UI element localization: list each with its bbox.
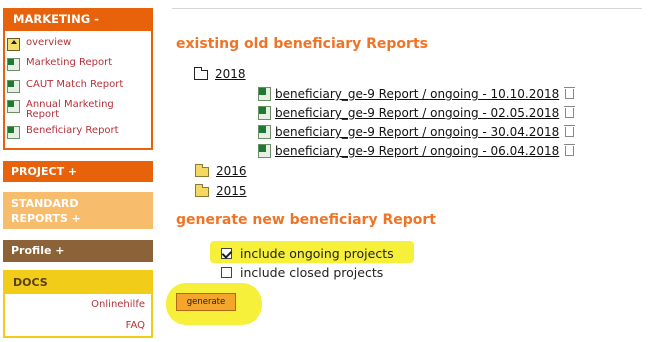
sidebar-item-overview[interactable]: overview [7, 38, 71, 51]
report-link[interactable]: beneficiary_ge-9 Report / ongoing - 30.0… [275, 125, 559, 139]
onlinehilfe-link[interactable]: Onlinehilfe [91, 299, 145, 310]
report-row: beneficiary_ge-9 Report / ongoing - 02.0… [258, 105, 576, 121]
trash-icon[interactable] [564, 144, 576, 156]
standard-reports-line2: REPORTS + [11, 212, 81, 225]
project-header: PROJECT + [11, 165, 78, 178]
report-link[interactable]: beneficiary_ge-9 Report / ongoing - 02.0… [275, 106, 559, 120]
profile-header: Profile + [11, 244, 65, 257]
folder-2018-link[interactable]: 2018 [215, 67, 246, 81]
sidebar-item-marketing-report[interactable]: Marketing Report [7, 58, 112, 71]
standard-reports-line1: STANDARD [11, 197, 79, 210]
folder-up-icon [7, 38, 20, 51]
ongoing-projects-option[interactable]: include ongoing projects [221, 246, 394, 261]
standard-reports-header: STANDARD REPORTS + [3, 192, 153, 226]
report-link[interactable]: beneficiary_ge-9 Report / ongoing - 10.1… [275, 87, 559, 101]
folder-icon[interactable] [195, 164, 209, 177]
report-row: beneficiary_ge-9 Report / ongoing - 06.0… [258, 143, 576, 159]
excel-icon [7, 58, 20, 71]
ongoing-projects-label: include ongoing projects [240, 246, 394, 261]
excel-icon [258, 106, 271, 120]
report-row: beneficiary_ge-9 Report / ongoing - 30.0… [258, 124, 576, 140]
generate-report-title: generate new beneficiary Report [176, 212, 436, 228]
marketing-header[interactable]: MARKETING - [5, 10, 151, 31]
sidebar-item-label: Marketing Report [26, 57, 113, 68]
project-panel[interactable]: PROJECT + [3, 161, 153, 182]
excel-icon [258, 144, 271, 158]
sidebar-item-label: Annual Marketing Report [26, 99, 114, 120]
sidebar-item-label: overview [26, 37, 72, 48]
sidebar-item-label: Beneficiary Report [26, 125, 119, 136]
trash-icon[interactable] [564, 106, 576, 118]
excel-icon [258, 87, 271, 101]
closed-projects-option[interactable]: include closed projects [221, 265, 383, 280]
sidebar-item-annual-marketing-report[interactable]: Annual Marketing Report [7, 100, 126, 120]
excel-icon [7, 80, 20, 93]
closed-projects-checkbox[interactable] [221, 267, 232, 278]
docs-header: DOCS [5, 272, 151, 294]
standard-reports-panel[interactable]: STANDARD REPORTS + [3, 192, 153, 229]
report-link[interactable]: beneficiary_ge-9 Report / ongoing - 06.0… [275, 144, 559, 158]
folder-icon[interactable] [195, 184, 209, 197]
trash-icon[interactable] [564, 87, 576, 99]
sidebar-item-label: CAUT Match Report [26, 79, 124, 90]
existing-reports-title: existing old beneficiary Reports [176, 36, 428, 52]
excel-icon [7, 126, 20, 139]
profile-panel[interactable]: Profile + [3, 240, 153, 262]
report-row: beneficiary_ge-9 Report / ongoing - 10.1… [258, 86, 576, 102]
excel-icon [258, 125, 271, 139]
folder-2016-link[interactable]: 2016 [216, 164, 247, 178]
excel-icon [7, 100, 20, 113]
sidebar-item-beneficiary-report[interactable]: Beneficiary Report [7, 126, 119, 139]
open-folder-icon[interactable] [194, 67, 208, 80]
folder-2015-link[interactable]: 2015 [216, 184, 247, 198]
docs-panel: DOCS Onlinehilfe FAQ [3, 270, 153, 338]
sidebar-item-caut-match-report[interactable]: CAUT Match Report [7, 80, 123, 93]
faq-link[interactable]: FAQ [126, 320, 145, 331]
generate-button[interactable]: generate [176, 293, 236, 311]
closed-projects-label: include closed projects [240, 265, 384, 280]
ongoing-projects-checkbox[interactable] [221, 248, 232, 259]
trash-icon[interactable] [564, 125, 576, 137]
top-divider [172, 8, 642, 9]
